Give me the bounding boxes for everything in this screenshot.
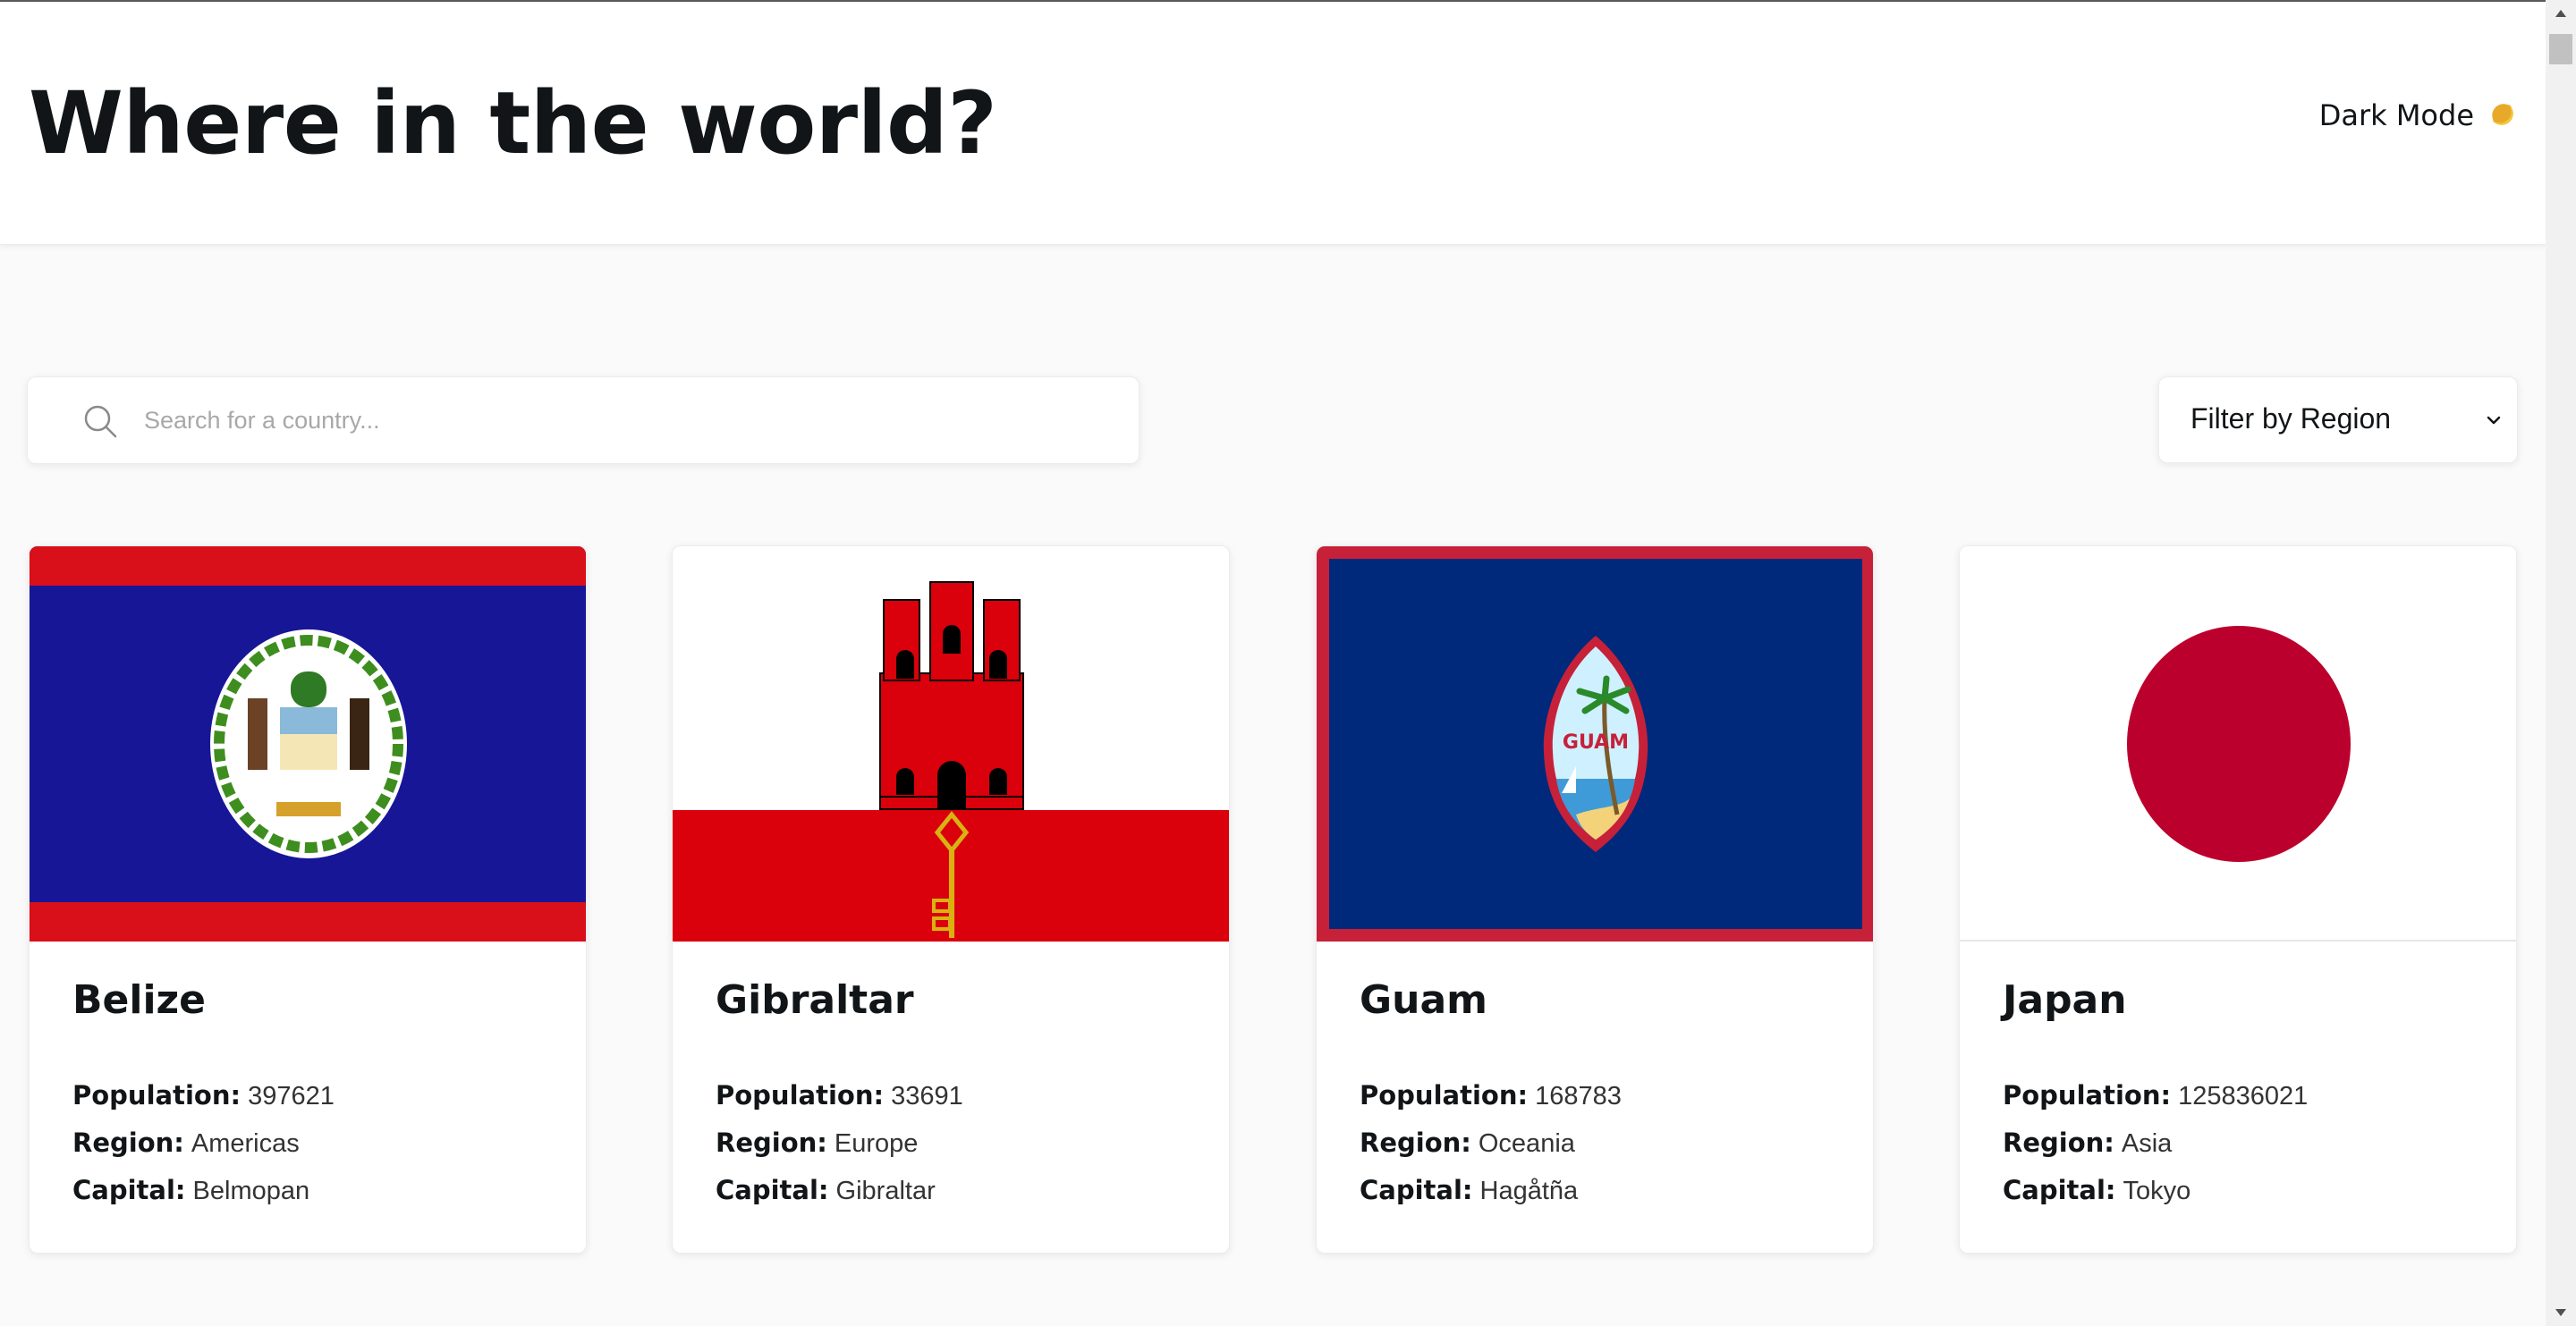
- region-row: Region: Americas: [72, 1119, 335, 1167]
- region-label: Region:: [716, 1128, 827, 1158]
- population-value: 33691: [891, 1082, 963, 1111]
- country-details: Population: 397621 Region: Americas Capita…: [72, 1072, 335, 1214]
- region-value: Europe: [834, 1129, 919, 1158]
- scrollbar-thumb[interactable]: [2549, 34, 2572, 64]
- capital-value: Gibraltar: [835, 1177, 936, 1205]
- chevron-down-icon: [2487, 416, 2501, 425]
- dark-mode-label: Dark Mode: [2318, 98, 2474, 132]
- population-label: Population:: [716, 1080, 885, 1111]
- vertical-scrollbar[interactable]: [2546, 0, 2576, 1326]
- capital-row: Capital: Tokyo: [2003, 1167, 2308, 1214]
- country-details: Population: 33691 Region: Europe Capital: G…: [716, 1072, 963, 1214]
- app-header: Where in the world? Dark Mode: [0, 2, 2546, 245]
- page-title: Where in the world?: [29, 73, 997, 173]
- region-filter-select[interactable]: Filter by Region: [2158, 376, 2518, 463]
- flag-gibraltar: [673, 546, 1229, 942]
- population-row: Population: 33691: [716, 1072, 963, 1119]
- country-card-japan[interactable]: Japan Population: 125836021 Region: Asia C…: [1959, 545, 2517, 1254]
- population-value: 397621: [248, 1082, 335, 1111]
- svg-text:GUAM: GUAM: [1563, 731, 1629, 754]
- country-name: Guam: [1360, 977, 1487, 1023]
- capital-value: Hagåtña: [1479, 1177, 1579, 1205]
- flag-japan: [1960, 546, 2516, 942]
- region-value: Asia: [2121, 1129, 2173, 1158]
- scroll-down-arrow-icon[interactable]: [2546, 1299, 2576, 1326]
- country-details: Population: 168783 Region: Oceania Capital…: [1360, 1072, 1622, 1214]
- capital-row: Capital: Belmopan: [72, 1167, 335, 1214]
- population-value: 168783: [1535, 1082, 1622, 1111]
- region-label: Region:: [72, 1128, 184, 1158]
- search-box: [27, 376, 1140, 464]
- moon-icon: [2492, 104, 2513, 125]
- population-row: Population: 168783: [1360, 1072, 1622, 1119]
- population-label: Population:: [72, 1080, 242, 1111]
- capital-row: Capital: Hagåtña: [1360, 1167, 1622, 1214]
- population-label: Population:: [1360, 1080, 1529, 1111]
- country-details: Population: 125836021 Region: Asia Capital…: [2003, 1072, 2308, 1214]
- country-name: Belize: [72, 977, 206, 1023]
- dark-mode-toggle[interactable]: Dark Mode: [2319, 98, 2519, 132]
- search-input[interactable]: [144, 393, 1110, 447]
- population-value: 125836021: [2178, 1082, 2309, 1111]
- flag-guam: GUAM: [1317, 546, 1873, 942]
- capital-label: Capital:: [1360, 1175, 1473, 1205]
- population-label: Population:: [2003, 1080, 2172, 1111]
- capital-value: Belmopan: [192, 1177, 310, 1205]
- country-name: Japan: [2003, 977, 2127, 1023]
- region-row: Region: Europe: [716, 1119, 963, 1167]
- region-label: Region:: [1360, 1128, 1471, 1158]
- population-row: Population: 397621: [72, 1072, 335, 1119]
- population-row: Population: 125836021: [2003, 1072, 2308, 1119]
- capital-label: Capital:: [2003, 1175, 2116, 1205]
- region-value: Oceania: [1478, 1129, 1575, 1158]
- capital-value: Tokyo: [2123, 1177, 2191, 1205]
- region-value: Americas: [191, 1129, 300, 1158]
- capital-label: Capital:: [72, 1175, 186, 1205]
- country-card-guam[interactable]: GUAM Guam Population: 168783 Region: Ocean…: [1316, 545, 1874, 1254]
- flag-belize: [30, 546, 586, 942]
- region-filter-label: Filter by Region: [2190, 402, 2392, 435]
- scroll-up-arrow-icon[interactable]: [2546, 0, 2576, 27]
- capital-row: Capital: Gibraltar: [716, 1167, 963, 1214]
- region-row: Region: Oceania: [1360, 1119, 1622, 1167]
- region-row: Region: Asia: [2003, 1119, 2308, 1167]
- country-card-gibraltar[interactable]: Gibraltar Population: 33691 Region: Europe…: [672, 545, 1230, 1254]
- country-card-belize[interactable]: Belize Population: 397621 Region: Americas…: [29, 545, 587, 1254]
- country-name: Gibraltar: [716, 977, 914, 1023]
- capital-label: Capital:: [716, 1175, 829, 1205]
- region-label: Region:: [2003, 1128, 2114, 1158]
- search-icon: [84, 405, 117, 438]
- page: Where in the world? Dark Mode Filter by …: [0, 0, 2576, 1326]
